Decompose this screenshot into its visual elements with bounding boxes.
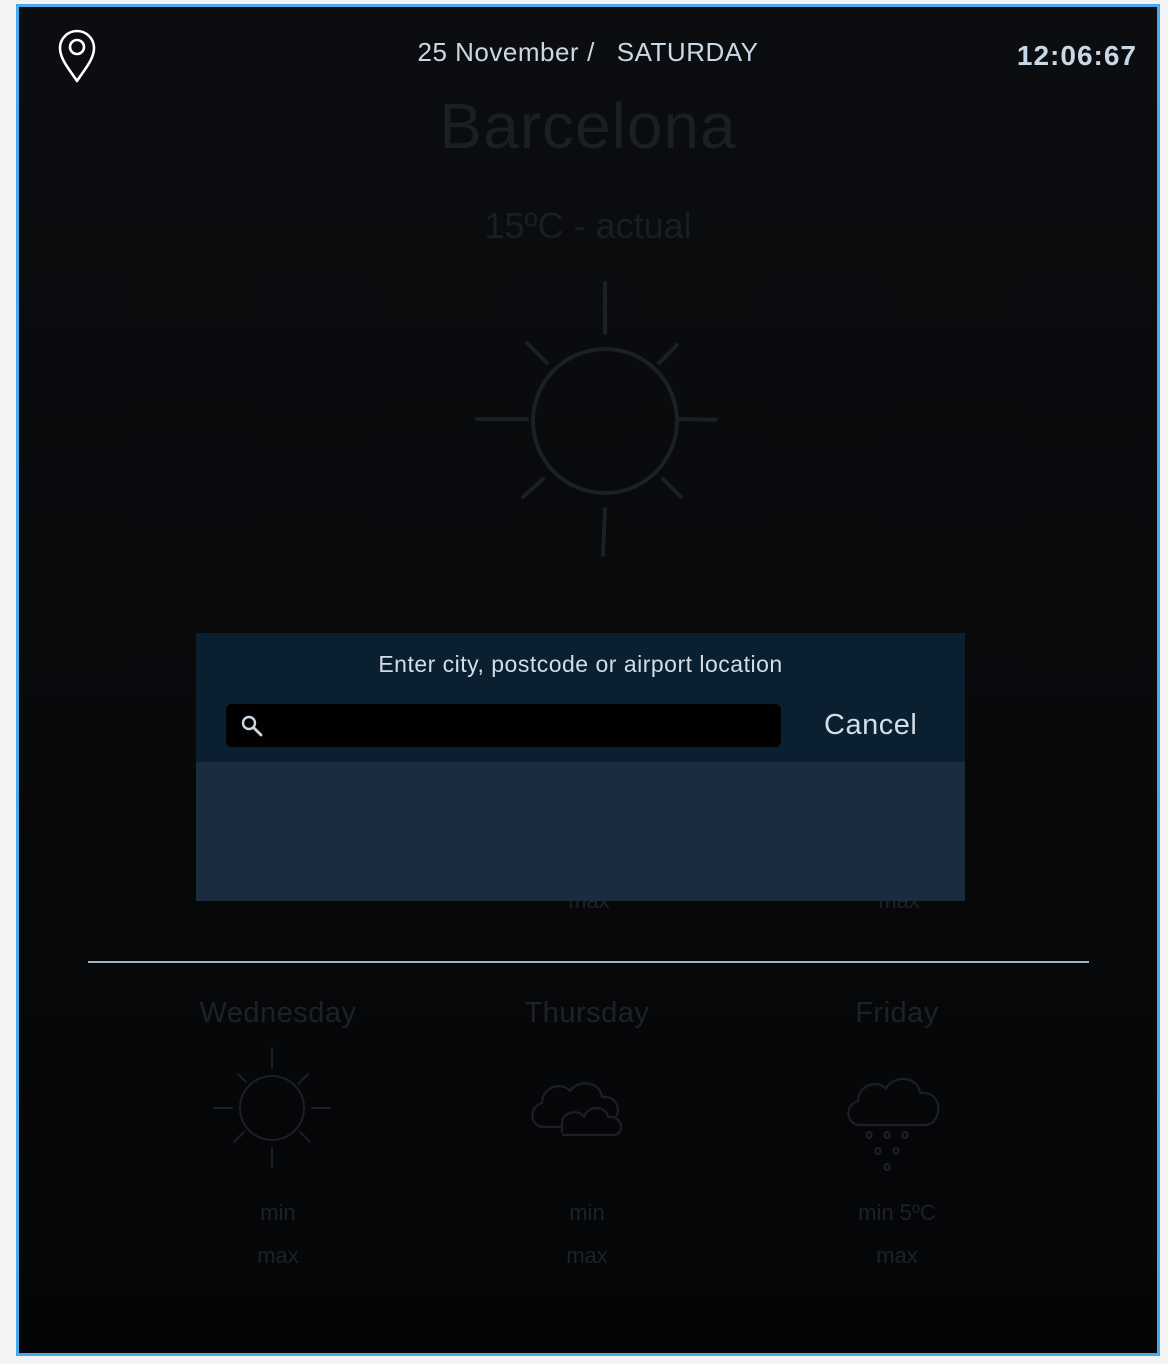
- obscured-max-label: max: [539, 901, 639, 909]
- forecast-min-label: min: [569, 1200, 605, 1222]
- divider: [88, 961, 1089, 963]
- forecast-day-wednesday: Wednesday min max: [128, 997, 428, 1265]
- rain-cloud-icon: [847, 1077, 940, 1172]
- forecast-day-thursday: Thursday min max: [437, 997, 737, 1265]
- cloud-icon: [531, 1082, 623, 1137]
- forecast-max-label: max: [566, 1243, 608, 1265]
- weekday-text: SATURDAY: [616, 37, 759, 67]
- forecast-day-name: Wednesday: [199, 997, 357, 1029]
- search-dialog-header: Enter city, postcode or airport location…: [196, 633, 965, 762]
- search-location-dialog: Enter city, postcode or airport location…: [196, 633, 965, 901]
- search-box[interactable]: [226, 704, 781, 749]
- date-display: 25 November / SATURDAY: [19, 37, 1157, 68]
- date-separator: /: [587, 37, 595, 67]
- current-temperature: 15ºC - actual: [484, 205, 692, 246]
- forecast-min-label: min: [260, 1200, 296, 1222]
- clock: 12:06:67: [1016, 40, 1137, 71]
- forecast-day-name: Friday: [855, 997, 939, 1029]
- forecast-max-label: max: [876, 1243, 918, 1265]
- forecast-day-friday: Friday min 5ºC max: [747, 997, 1047, 1265]
- obscured-max-label: max: [849, 901, 949, 909]
- forecast-max-label: max: [257, 1243, 299, 1265]
- search-dialog-title: Enter city, postcode or airport location: [378, 651, 783, 677]
- cancel-button[interactable]: Cancel: [824, 709, 917, 742]
- forecast-min-label: min 5ºC: [858, 1200, 936, 1222]
- search-icon: [241, 715, 263, 737]
- sun-icon: [475, 281, 717, 557]
- weather-app-window: 25 November / SATURDAY 12:06:67 Barcelona …: [16, 4, 1160, 1356]
- sun-icon: [213, 1047, 331, 1169]
- date-text: 25 November: [417, 37, 580, 67]
- forecast-day-name: Thursday: [524, 997, 650, 1029]
- search-input[interactable]: [276, 704, 775, 749]
- city-name: Barcelona: [439, 90, 737, 162]
